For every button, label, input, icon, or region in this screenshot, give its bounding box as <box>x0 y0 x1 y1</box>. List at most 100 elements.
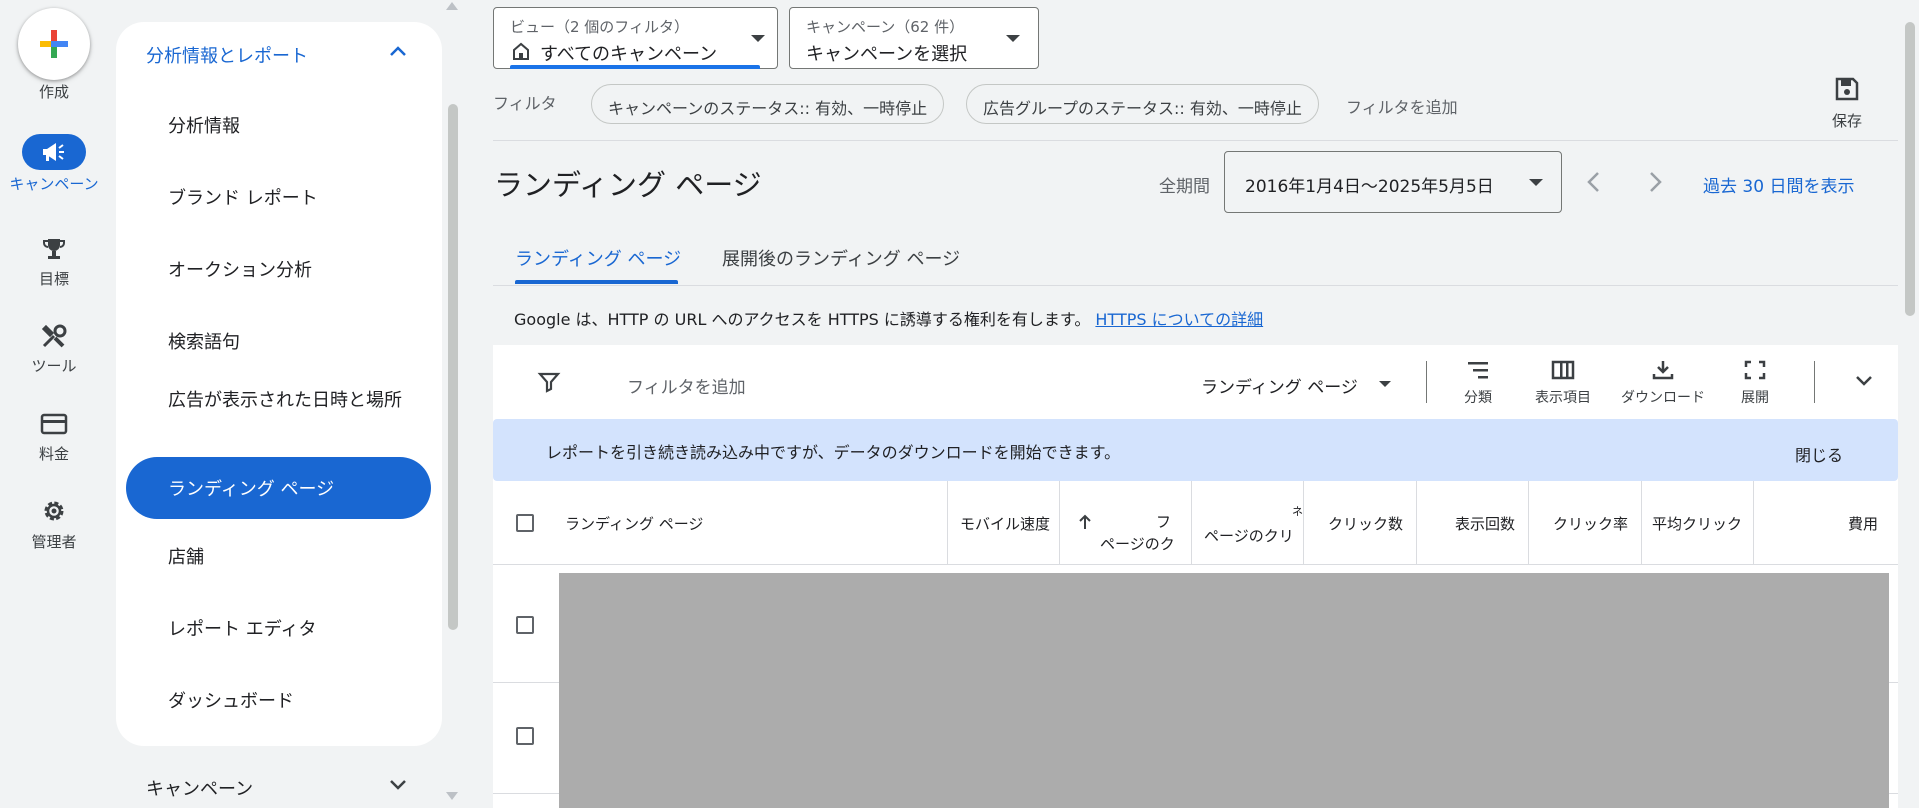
nav-section-campaigns[interactable]: キャンペーン <box>146 775 253 801</box>
download-icon <box>1652 361 1674 380</box>
segment-icon <box>1468 362 1488 379</box>
sort-up-icon <box>1079 514 1091 529</box>
expand-button[interactable]: 展開 <box>1730 359 1780 407</box>
rail-label-billing[interactable]: 料金 <box>0 446 108 462</box>
campaign-dropdown-value: キャンペーンを選択 <box>806 44 968 65</box>
columns-button[interactable]: 表示項目 <box>1523 359 1603 407</box>
chevron-right-icon[interactable] <box>1645 170 1665 194</box>
toolbar-separator <box>1426 361 1427 403</box>
notice-text: Google は、HTTP の URL へのアクセスを HTTPS に誘導する権… <box>514 310 1091 329</box>
view-dropdown-underline <box>510 65 760 69</box>
column-header-label: 平均クリック <box>1652 515 1743 533</box>
scroll-up-arrow[interactable] <box>446 2 458 10</box>
divider <box>493 140 1898 141</box>
filter-icon[interactable] <box>537 370 561 394</box>
rail-label-admin[interactable]: 管理者 <box>0 534 108 550</box>
segment-label: 分類 <box>1464 390 1492 406</box>
active-tab-indicator <box>515 280 678 284</box>
filter-chip-campaign-status[interactable]: キャンペーンのステータス:: 有効、一時停止 <box>591 84 945 124</box>
tab-landing-pages[interactable]: ランディング ページ <box>515 245 681 271</box>
download-label: ダウンロード <box>1621 390 1705 406</box>
column-header-sorted[interactable]: フ ページのク <box>1060 481 1192 565</box>
fullscreen-icon <box>1744 360 1766 380</box>
redacted-content <box>559 573 1889 808</box>
nav-item-landing-pages[interactable]: ランディング ページ <box>126 457 431 519</box>
https-details-link[interactable]: HTTPS についての詳細 <box>1095 310 1263 329</box>
chevron-down-icon[interactable] <box>388 778 408 792</box>
column-header-mobile-speed[interactable]: モバイル速度 <box>948 481 1060 565</box>
page-scrollbar-thumb[interactable] <box>1905 22 1915 316</box>
filter-chip-adgroup-status[interactable]: 広告グループのステータス:: 有効、一時停止 <box>966 84 1319 124</box>
column-header-page-clicks[interactable]: ページのクリ ネ <box>1192 481 1304 565</box>
tools-icon <box>41 324 67 348</box>
view-dropdown-value: すべてのキャンペーン <box>540 44 718 65</box>
gear-icon <box>44 501 64 521</box>
home-icon <box>513 42 529 60</box>
nav-item-insights[interactable]: 分析情報 <box>168 114 408 140</box>
chevron-down-icon[interactable] <box>1854 374 1874 388</box>
table-add-filter[interactable]: フィルタを追加 <box>627 373 746 398</box>
rail-label-campaigns: キャンペーン <box>9 175 99 193</box>
column-header-label: ネ <box>1292 505 1303 518</box>
https-notice: Google は、HTTP の URL へのアクセスを HTTPS に誘導する権… <box>514 306 1263 330</box>
row-checkbox[interactable] <box>516 727 534 745</box>
campaign-dropdown-label: キャンペーン（62 件） <box>806 18 965 36</box>
nav-item-label: ランディング ページ <box>168 479 335 500</box>
chevron-left-icon[interactable] <box>1584 170 1604 194</box>
column-header-label: ランディング ページ <box>565 515 704 533</box>
caret-down-icon <box>1529 179 1543 186</box>
last-30-days-link[interactable]: 過去 30 日間を表示 <box>1703 172 1854 197</box>
report-table-card: フィルタを追加 ランディング ページ 分類 表示項目 ダウンロード 展開 レポー… <box>493 345 1898 808</box>
column-header-label: クリック率 <box>1553 515 1629 533</box>
credit-card-icon <box>40 413 68 435</box>
table-view-selector[interactable]: ランディング ページ <box>1201 373 1358 398</box>
campaign-dropdown[interactable]: キャンペーン（62 件） キャンペーンを選択 <box>789 7 1039 69</box>
nav-item-when-where[interactable]: 広告が表示された日時と場所 <box>168 388 408 414</box>
nav-item-brand-report[interactable]: ブランド レポート <box>168 186 408 212</box>
nav-item-report-editor[interactable]: レポート エディタ <box>168 617 408 643</box>
create-button[interactable] <box>18 8 90 80</box>
segment-button[interactable]: 分類 <box>1453 359 1503 407</box>
column-header-label: ページのクリ <box>1204 527 1294 545</box>
column-header-label: ページのク <box>1100 535 1175 553</box>
date-range-picker[interactable]: 2016年1月4日～2025年5月5日 <box>1224 151 1562 213</box>
column-header-label: クリック数 <box>1328 515 1404 533</box>
nav-item-dashboards[interactable]: ダッシュボード <box>168 689 408 715</box>
chevron-up-icon[interactable] <box>388 44 408 58</box>
column-header-impressions[interactable]: 表示回数 <box>1417 481 1529 565</box>
nav-section-title[interactable]: 分析情報とレポート <box>146 42 308 68</box>
create-label: 作成 <box>38 83 69 101</box>
banner-close-button[interactable]: 閉じる <box>1795 442 1843 466</box>
save-icon <box>1835 77 1859 101</box>
column-header-cost[interactable]: 費用 <box>1754 481 1898 565</box>
add-filter-link[interactable]: フィルタを追加 <box>1346 94 1458 118</box>
megaphone-icon <box>43 143 64 161</box>
column-header-clicks[interactable]: クリック数 <box>1304 481 1417 565</box>
nav-scrollbar-thumb[interactable] <box>448 104 458 630</box>
tab-expanded-landing-pages[interactable]: 展開後のランディング ページ <box>722 245 960 271</box>
trophy-icon <box>43 239 65 259</box>
nav-item-search-terms[interactable]: 検索語句 <box>168 330 408 356</box>
download-button[interactable]: ダウンロード <box>1613 359 1713 407</box>
rail-label-tools[interactable]: ツール <box>0 358 108 374</box>
row-checkbox[interactable] <box>516 616 534 634</box>
loading-banner: レポートを引き続き読み込み中ですが、データのダウンロードを開始できます。 閉じる <box>493 419 1898 481</box>
toolbar-separator <box>1814 361 1815 403</box>
page-title: ランディング ページ <box>494 168 762 202</box>
plus-icon <box>40 30 68 58</box>
column-header-label: 費用 <box>1848 515 1879 533</box>
save-label: 保存 <box>1831 112 1862 130</box>
column-header-avg-cpc[interactable]: 平均クリック <box>1642 481 1754 565</box>
nav-item-stores[interactable]: 店舗 <box>168 545 408 571</box>
column-header-landing-page[interactable]: ランディング ページ <box>493 481 948 565</box>
table-header: ランディング ページ モバイル速度 フ ページのク ページのクリ ネ クリック数… <box>493 481 1898 565</box>
view-dropdown[interactable]: ビュー（2 個のフィルタ） すべてのキャンペーン <box>493 7 778 69</box>
rail-label-goals[interactable]: 目標 <box>0 271 108 287</box>
save-button[interactable]: 保存 <box>1812 76 1882 131</box>
column-header-label: 表示回数 <box>1455 515 1516 533</box>
banner-text: レポートを引き続き読み込み中ですが、データのダウンロードを開始できます。 <box>546 443 1121 462</box>
columns-icon <box>1551 360 1575 380</box>
nav-item-auction-insights[interactable]: オークション分析 <box>168 258 408 284</box>
column-header-ctr[interactable]: クリック率 <box>1529 481 1642 565</box>
scroll-down-arrow[interactable] <box>446 792 458 800</box>
